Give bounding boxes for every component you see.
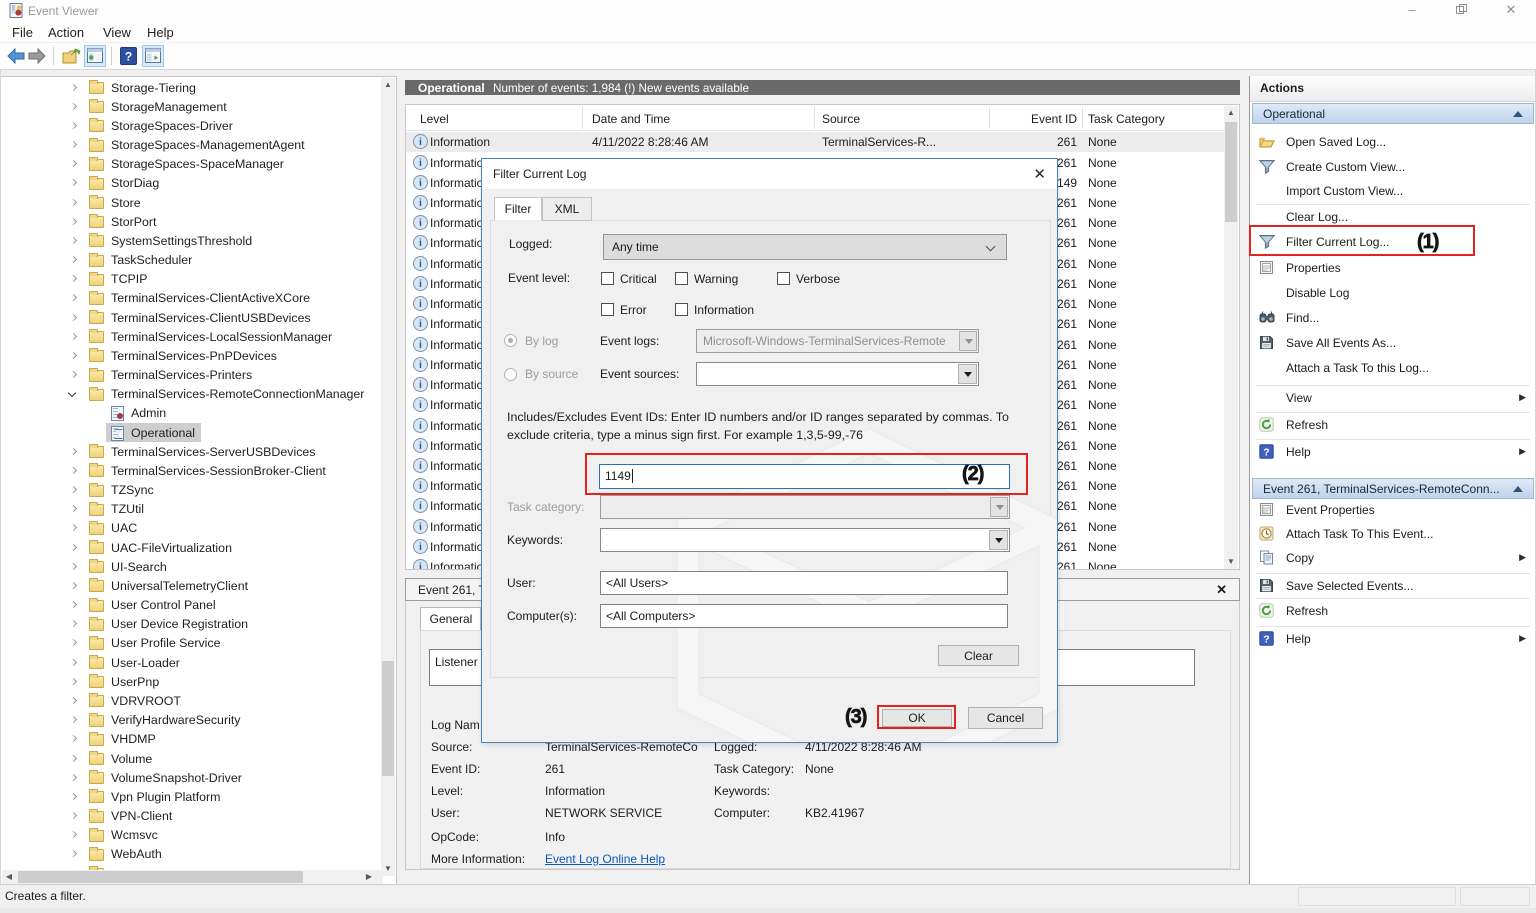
svg-text:?: ? (1263, 446, 1269, 458)
svg-text:?: ? (1263, 633, 1269, 645)
svg-text:?: ? (125, 50, 132, 64)
